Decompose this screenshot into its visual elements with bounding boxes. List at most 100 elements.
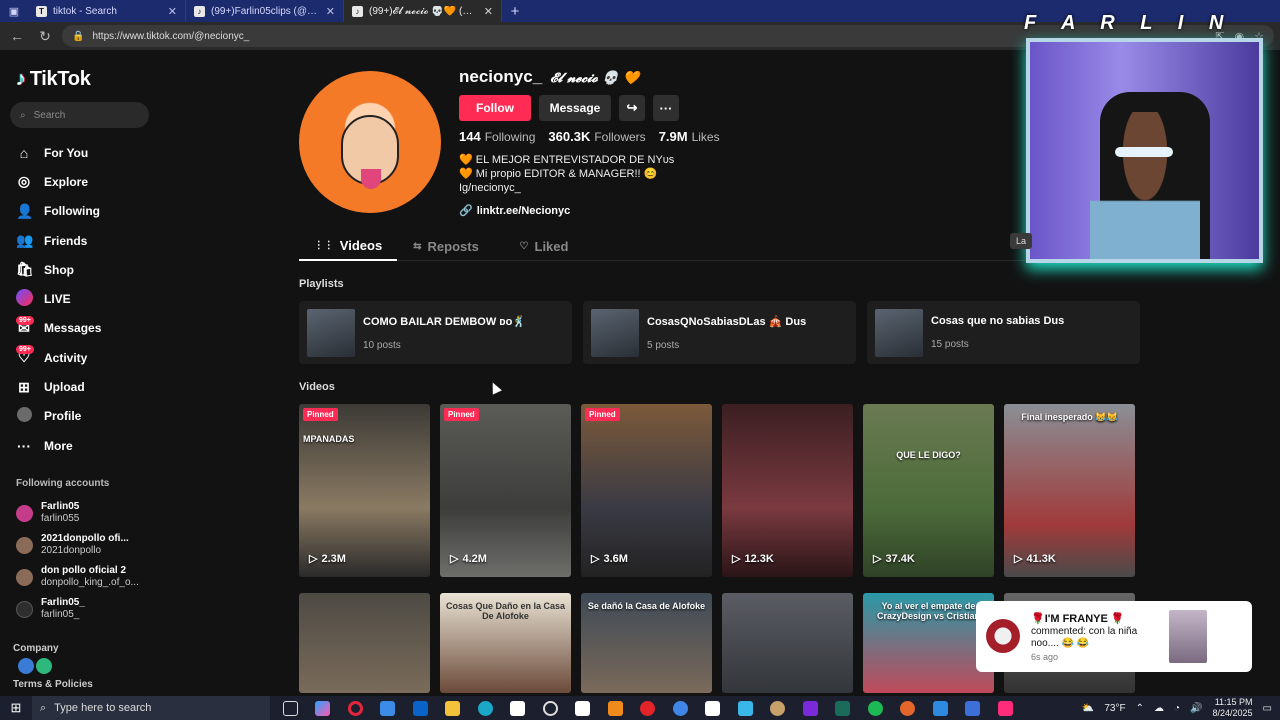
app-orange-icon[interactable] (892, 696, 925, 720)
vlc-icon[interactable] (599, 696, 632, 720)
video-card[interactable]: Pinned ▷ 3.6M (581, 404, 712, 577)
nav-upload[interactable]: ⊞ Upload (16, 372, 186, 401)
edge-beta-icon[interactable] (924, 696, 957, 720)
window-menu-icon[interactable]: ▣ (0, 0, 28, 22)
share-icon[interactable]: ↪ (619, 95, 645, 121)
capcut-icon[interactable] (502, 696, 535, 720)
playlist-card[interactable]: Cosas que no sabias Dus 15 posts (867, 301, 1140, 364)
new-tab-button[interactable]: + (502, 0, 528, 22)
terms-link[interactable]: Terms & Policies (13, 679, 93, 690)
tab-reposts[interactable]: ⇆ Reposts (397, 232, 495, 261)
nav-live[interactable]: LIVE (16, 284, 186, 313)
company-link[interactable]: Company (13, 643, 59, 654)
search-icon: ⌕ (20, 109, 26, 121)
close-tab-icon[interactable]: ✕ (326, 5, 335, 18)
profile-avatar[interactable] (299, 71, 441, 213)
nav-more[interactable]: ··· More (16, 431, 186, 460)
follow-button[interactable]: Follow (459, 95, 531, 121)
video-card[interactable]: Yo al ver el empate de CrazyDesign vs Cr… (863, 593, 994, 693)
task-view-icon[interactable] (274, 696, 307, 720)
stat-followers[interactable]: 360.3K Followers (548, 129, 645, 144)
file-explorer-icon[interactable] (437, 696, 470, 720)
playlist-card[interactable]: COMO BAILAR DEMBOW ᴅᴏ🕺 10 posts (299, 301, 572, 364)
nav-explore[interactable]: ◎ Explore (16, 167, 186, 196)
capcut-icon[interactable] (697, 696, 730, 720)
playlist-name: CosasQNoSabiasDLas 🎪 Dus (647, 315, 807, 328)
video-card[interactable] (722, 593, 853, 693)
comment-notification[interactable]: 🌹I'M FRANYE 🌹 commented: con la niña noo… (976, 601, 1252, 672)
app-badges (18, 658, 54, 676)
video-card[interactable]: Se dañó la Casa de Alofoke (581, 593, 712, 693)
messages-badge: 99+ (16, 315, 34, 325)
tab-liked[interactable]: ♡ Liked (495, 232, 593, 261)
following-account[interactable]: 2021donpollo ofi... 2021donpollo (16, 529, 186, 561)
profile-name: necionyc_ 𝓔𝓵 𝓷𝓮𝓬𝓲𝓸 💀 🧡 (459, 67, 639, 87)
edge-icon[interactable] (469, 696, 502, 720)
video-card[interactable]: QUE LE DIGO? ▷ 37.4K (863, 404, 994, 577)
photos-icon[interactable] (729, 696, 762, 720)
network-icon[interactable]: ☁ (1154, 703, 1164, 714)
following-account[interactable]: don pollo oficial 2 donpollo_king_.of_o..… (16, 561, 186, 593)
video-card[interactable]: ▷ 12.3K (722, 404, 853, 577)
clock[interactable]: 11:15 PM 8/24/2025 (1213, 697, 1253, 719)
nav-shop[interactable]: 🛍 Shop (16, 255, 186, 284)
nav-profile[interactable]: Profile (16, 402, 186, 431)
back-icon[interactable]: ← (6, 25, 28, 47)
tiktok-note-icon: ♪ (16, 68, 26, 90)
video-card[interactable]: Cosas Que Daño en la Casa De Alofoke (440, 593, 571, 693)
video-card[interactable]: Pinned MPANADAS ▷ 2.3M (299, 404, 430, 577)
copilot-icon[interactable] (307, 696, 340, 720)
video-card[interactable] (299, 593, 430, 693)
nav-for-you[interactable]: ⌂ For You (16, 138, 186, 167)
following-account[interactable]: Farlin05 farlin055 (16, 497, 186, 529)
video-card[interactable]: Final inesperado 😹😹 ▷ 41.3K (1004, 404, 1135, 577)
more-options-icon[interactable]: ··· (653, 95, 679, 121)
following-account[interactable]: Farlin05_ farlin05_ (16, 593, 186, 625)
playlist-card[interactable]: CosasQNoSabiasDLas 🎪 Dus 5 posts (583, 301, 856, 364)
close-tab-icon[interactable]: ✕ (168, 5, 177, 18)
capcut-icon[interactable] (567, 696, 600, 720)
next-icon[interactable] (794, 696, 827, 720)
waveform-icon[interactable] (827, 696, 860, 720)
nav-messages[interactable]: 99+ ✉ Messages (16, 314, 186, 343)
stat-following[interactable]: 144 Following (459, 129, 535, 144)
close-tab-icon[interactable]: ✕ (484, 5, 493, 18)
nav-label: For You (44, 145, 89, 160)
message-button[interactable]: Message (539, 95, 611, 121)
store-icon[interactable] (372, 696, 405, 720)
wifi-icon[interactable]: ◔ (1174, 703, 1180, 714)
notification-user: 🌹I'M FRANYE 🌹 (1031, 613, 1125, 625)
notifications-icon[interactable]: ▭ (1263, 703, 1272, 714)
tray-chevron-icon[interactable]: ⌃ (1136, 703, 1144, 714)
chrome-icon[interactable] (664, 696, 697, 720)
refresh-icon[interactable]: ↻ (34, 25, 56, 47)
close-icon[interactable]: ✕ (1220, 626, 1246, 648)
nav-activity[interactable]: 99+ ♡ Activity (16, 343, 186, 372)
browser-tab-3[interactable]: ♪ (99+)𝓔𝓵 𝓷𝓮𝓬𝓲𝓸 💀🧡 (@necionyc_) ✕ (344, 0, 502, 22)
video-card[interactable]: Pinned ▷ 4.2M (440, 404, 571, 577)
tiktok-taskbar-icon[interactable] (989, 696, 1022, 720)
search-input[interactable]: ⌕ Search (10, 102, 149, 128)
chatgpt-icon[interactable] (534, 696, 567, 720)
profile-link[interactable]: 🔗 linktr.ee/Necionyc (459, 204, 570, 218)
nav-label: LIVE (44, 292, 71, 307)
views-text: 12.3K (744, 552, 774, 565)
nav-following[interactable]: 👤 Following (16, 197, 186, 226)
windows-start-icon[interactable]: ⊞ (0, 696, 32, 720)
tab-favicon-icon: ♪ (352, 5, 363, 17)
youtube-icon[interactable] (632, 696, 665, 720)
weather-temp: 73°F (1104, 702, 1126, 714)
weather-icon[interactable]: ⛅ (1082, 703, 1094, 714)
meta-icon[interactable] (957, 696, 990, 720)
browser-tab-1[interactable]: T tiktok - Search ✕ (28, 0, 186, 22)
outlook-icon[interactable] (404, 696, 437, 720)
obs-icon[interactable] (762, 696, 795, 720)
volume-icon[interactable]: 🔊 (1190, 703, 1202, 714)
opera-icon[interactable] (339, 696, 372, 720)
taskbar-search[interactable]: ⌕ Type here to search (32, 696, 270, 720)
spotify-icon[interactable] (859, 696, 892, 720)
browser-tab-2[interactable]: ♪ (99+)Farlin05clips (@farlin05clips) ✕ (186, 0, 344, 22)
tab-videos[interactable]: ⋮⋮ Videos (299, 232, 397, 261)
tiktok-logo[interactable]: ♪ TikTok (16, 68, 91, 91)
nav-friends[interactable]: 👥 Friends (16, 226, 186, 255)
